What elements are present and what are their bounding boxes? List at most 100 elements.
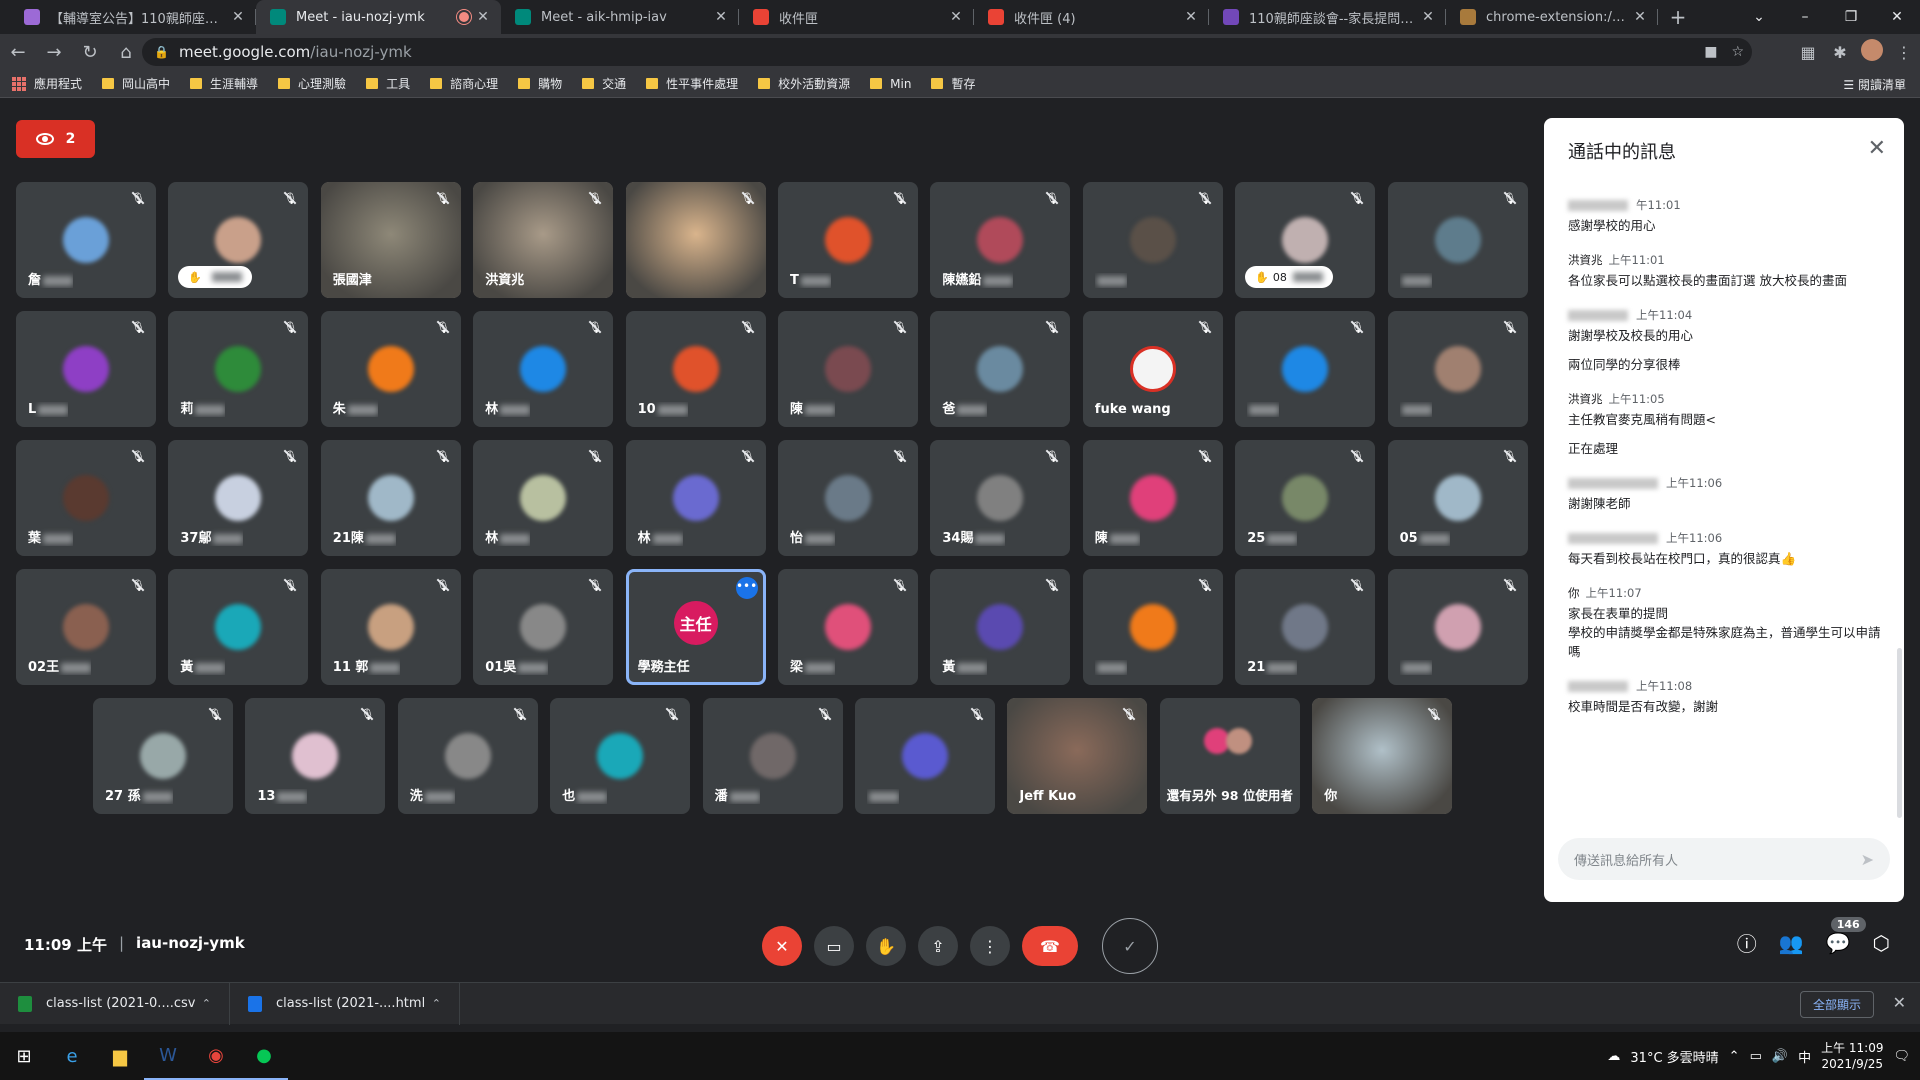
reload-icon[interactable]: ↻	[72, 34, 108, 70]
chevron-up-icon[interactable]: ⌃	[202, 997, 211, 1010]
lock-icon[interactable]: 🔒	[154, 45, 169, 59]
tab-close-icon[interactable]: ✕	[948, 9, 964, 25]
bookmark-item[interactable]: 性平事件處理	[646, 75, 738, 92]
participant-tile[interactable]: 洪資兆	[473, 182, 614, 298]
weather-icon[interactable]: ☁	[1607, 1049, 1620, 1064]
participant-tile[interactable]: ✋08	[1235, 182, 1376, 298]
participant-tile[interactable]: 34賜	[930, 440, 1071, 556]
participant-tile[interactable]: 黃	[930, 569, 1071, 685]
clock[interactable]: 上午 11:09 2021/9/25	[1821, 1040, 1883, 1072]
participant-tile[interactable]: 陳嬿鉛	[930, 182, 1071, 298]
tab-search-icon[interactable]: ⌄	[1736, 0, 1782, 34]
attendance-check-button[interactable]: ✓	[1102, 918, 1158, 974]
chevron-up-icon[interactable]: ⌃	[432, 997, 441, 1010]
viewer-count-badge[interactable]: 2	[16, 120, 95, 158]
bookmark-item[interactable]: 暫存	[931, 75, 975, 92]
participant-tile[interactable]	[1387, 182, 1528, 298]
info-icon[interactable]: ⓘ	[1737, 928, 1757, 957]
participant-tile[interactable]: 陳	[1082, 440, 1223, 556]
download-item[interactable]: class-list (2021-....html ⌃	[230, 982, 460, 1025]
participant-tile[interactable]: 葉	[16, 440, 156, 556]
bookmark-item[interactable]: 生涯輔導	[190, 75, 258, 92]
tab-close-icon[interactable]: ✕	[1632, 9, 1648, 25]
kebab-menu-icon[interactable]: ⋮	[1888, 43, 1920, 62]
chrome-icon[interactable]: ◉	[192, 1032, 240, 1080]
participant-tile[interactable]: 11 郭	[320, 569, 461, 685]
participant-tile[interactable]: ✋	[168, 182, 309, 298]
bookmark-item[interactable]: 交通	[582, 75, 626, 92]
participant-tile[interactable]: T	[778, 182, 918, 298]
profile-avatar[interactable]	[1856, 39, 1888, 65]
network-icon[interactable]: ▭	[1750, 1049, 1762, 1064]
ime-indicator[interactable]: 中	[1798, 1047, 1811, 1066]
present-button[interactable]: ⇪	[918, 926, 958, 966]
participant-tile[interactable]: 朱	[320, 311, 461, 427]
close-shelf-icon[interactable]: ✕	[1893, 993, 1906, 1012]
close-icon[interactable]: ✕	[1868, 136, 1886, 161]
end-call-button[interactable]: ☎	[1022, 926, 1078, 966]
windows-start-icon[interactable]: ⊞	[0, 1032, 48, 1080]
browser-tab[interactable]: 收件匣 ✕	[739, 0, 974, 34]
file-explorer-icon[interactable]: ▆	[96, 1032, 144, 1080]
home-icon[interactable]: ⌂	[108, 34, 144, 70]
extensions-icon[interactable]: ✱	[1824, 43, 1856, 62]
participant-tile[interactable]: 你	[1312, 698, 1453, 814]
bookmark-item[interactable]: 應用程式	[12, 75, 82, 92]
participant-tile[interactable]: 13	[245, 698, 386, 814]
address-bar[interactable]: 🔒 meet.google.com/iau-nozj-ymk ■ ☆	[142, 38, 1752, 66]
window-close-icon[interactable]: ✕	[1874, 0, 1920, 34]
participant-tile[interactable]	[1387, 311, 1528, 427]
browser-tab[interactable]: Meet - aik-hmip-iav ✕	[501, 0, 739, 34]
participant-tile[interactable]: 林	[625, 440, 766, 556]
line-icon[interactable]: ●	[240, 1032, 288, 1080]
volume-icon[interactable]: 🔊	[1772, 1049, 1788, 1064]
participant-tile[interactable]: 林	[473, 311, 614, 427]
participant-tile[interactable]: 25	[1235, 440, 1376, 556]
chat-input[interactable]: 傳送訊息給所有人 ➤	[1558, 838, 1890, 880]
reading-list-button[interactable]: ☰ 閱讀清單	[1843, 76, 1906, 93]
participant-tile[interactable]	[625, 182, 766, 298]
participant-tile[interactable]	[1082, 182, 1223, 298]
people-icon[interactable]: 👥 146	[1779, 916, 1866, 955]
bookmark-item[interactable]: 校外活動資源	[758, 75, 850, 92]
tab-close-icon[interactable]: ✕	[1183, 9, 1199, 25]
participant-tile[interactable]	[855, 698, 995, 814]
bookmark-item[interactable]: Min	[870, 77, 911, 91]
show-all-button[interactable]: 全部顯示	[1799, 991, 1874, 1018]
participant-tile[interactable]: 01吳	[473, 569, 614, 685]
tab-close-icon[interactable]: ✕	[230, 9, 246, 25]
participant-tile[interactable]: 還有另外 98 位使用者	[1159, 698, 1300, 814]
browser-tab[interactable]: 110親師座談會--家長提問表單 - ✕	[1209, 0, 1446, 34]
participant-tile[interactable]: 林	[473, 440, 614, 556]
participant-tile[interactable]: 37鄔	[168, 440, 309, 556]
forward-icon[interactable]: →	[36, 34, 72, 70]
participant-tile[interactable]: 05	[1387, 440, 1528, 556]
bookmark-item[interactable]: 心理測驗	[278, 75, 346, 92]
browser-tab[interactable]: 收件匣 (4) ✕	[974, 0, 1209, 34]
back-icon[interactable]: ←	[0, 34, 36, 70]
participant-tile[interactable]: 詹	[16, 182, 156, 298]
browser-tab[interactable]: chrome-extension://appcnhie ✕	[1446, 0, 1658, 34]
bookmark-star-icon[interactable]: ☆	[1731, 44, 1744, 60]
participant-tile[interactable]	[1387, 569, 1528, 685]
camera-icon[interactable]: ■	[1704, 44, 1717, 60]
participant-tile[interactable]: 爸	[930, 311, 1071, 427]
raise-hand-button[interactable]: ✋	[866, 926, 906, 966]
apps-grid-icon[interactable]: ▦	[1792, 43, 1824, 62]
participant-tile[interactable]: 怡	[778, 440, 918, 556]
participant-tile[interactable]: fuke wang	[1082, 311, 1223, 427]
participant-tile[interactable]: 02王	[16, 569, 156, 685]
participant-tile[interactable]: 潘	[702, 698, 843, 814]
participant-tile[interactable]: 也	[550, 698, 691, 814]
bookmark-item[interactable]: 岡山高中	[102, 75, 170, 92]
participant-tile[interactable]: 梁	[778, 569, 918, 685]
participant-tile[interactable]: 陳	[778, 311, 918, 427]
new-tab-button[interactable]: +	[1658, 0, 1698, 34]
bookmark-item[interactable]: 工具	[366, 75, 410, 92]
bookmark-item[interactable]: 諮商心理	[430, 75, 498, 92]
more-options-button[interactable]: ⋮	[970, 926, 1010, 966]
chat-scrollbar[interactable]	[1897, 648, 1902, 818]
tab-close-icon[interactable]: ✕	[713, 9, 729, 25]
mic-off-button[interactable]: ✕	[762, 926, 802, 966]
tray-chevron-icon[interactable]: ⌃	[1729, 1049, 1740, 1064]
